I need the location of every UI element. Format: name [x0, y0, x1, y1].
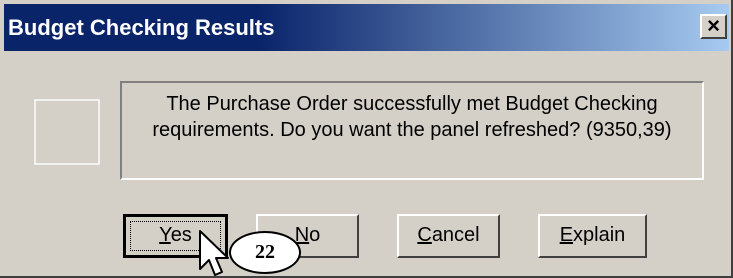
no-button-label: o	[309, 224, 321, 246]
message-icon-placeholder	[34, 99, 100, 165]
message-line-2: requirements. Do you want the panel refr…	[152, 119, 672, 141]
explain-button-mnemonic: E	[559, 224, 574, 246]
title-bar: Budget Checking Results ×	[4, 4, 729, 51]
step-callout: 22	[229, 231, 301, 274]
close-icon: ×	[707, 13, 720, 38]
message-panel: The Purchase Order successfully met Budg…	[120, 81, 704, 180]
cancel-button[interactable]: Cancel	[397, 214, 500, 258]
cancel-button-label: ancel	[431, 224, 480, 246]
budget-checking-dialog: Budget Checking Results × The Purchase O…	[0, 0, 733, 278]
close-button[interactable]: ×	[700, 14, 727, 39]
explain-button[interactable]: Explain	[538, 214, 647, 258]
message-line-1: The Purchase Order successfully met Budg…	[166, 93, 658, 115]
mouse-pointer-icon	[199, 230, 229, 276]
explain-button-label: xplain	[573, 224, 626, 246]
cancel-button-mnemonic: C	[417, 224, 432, 246]
dialog-title: Budget Checking Results	[8, 15, 275, 40]
